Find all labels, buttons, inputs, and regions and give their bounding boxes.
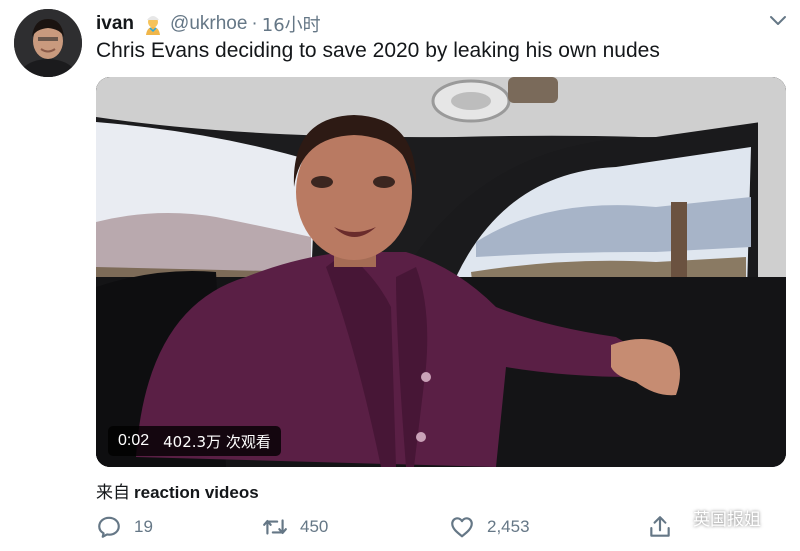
- display-name[interactable]: ivan: [96, 13, 134, 35]
- retweet-icon: [263, 519, 287, 535]
- reply-button[interactable]: 19: [96, 514, 153, 540]
- watermark: 英国报姐: [663, 505, 761, 530]
- watermark-text: 英国报姐: [693, 510, 761, 530]
- video-frame: [96, 77, 786, 467]
- separator-dot: ·: [251, 13, 258, 34]
- video-source: 来自 reaction videos: [96, 478, 259, 503]
- timestamp[interactable]: 16小时: [262, 11, 321, 37]
- like-count: 2,453: [487, 517, 530, 536]
- tweet-text: Chris Evans deciding to save 2020 by lea…: [96, 39, 660, 62]
- avatar[interactable]: [14, 9, 82, 77]
- view-count: 402.3万 次观看: [163, 432, 271, 451]
- wechat-icon: [663, 507, 689, 528]
- source-prefix: 来自: [96, 483, 130, 503]
- chevron-down-icon[interactable]: [768, 14, 788, 28]
- video-player[interactable]: 0:02 402.3万 次观看: [96, 77, 786, 467]
- retweet-button[interactable]: 450: [262, 514, 328, 540]
- heart-icon: [451, 517, 473, 538]
- elapsed-time: 0:02: [118, 432, 150, 449]
- source-link[interactable]: reaction videos: [134, 483, 259, 502]
- user-handle[interactable]: @ukrhoe: [170, 13, 247, 35]
- reply-icon: [98, 516, 120, 538]
- avatar-photo: [14, 9, 82, 77]
- genie-emoji-icon: [142, 13, 164, 35]
- video-info-badge: 0:02 402.3万 次观看: [108, 426, 281, 456]
- tweet-header: ivan @ukrhoe · 16小时: [96, 12, 321, 36]
- like-button[interactable]: 2,453: [449, 514, 530, 540]
- retweet-count: 450: [300, 517, 329, 536]
- reply-count: 19: [134, 517, 153, 536]
